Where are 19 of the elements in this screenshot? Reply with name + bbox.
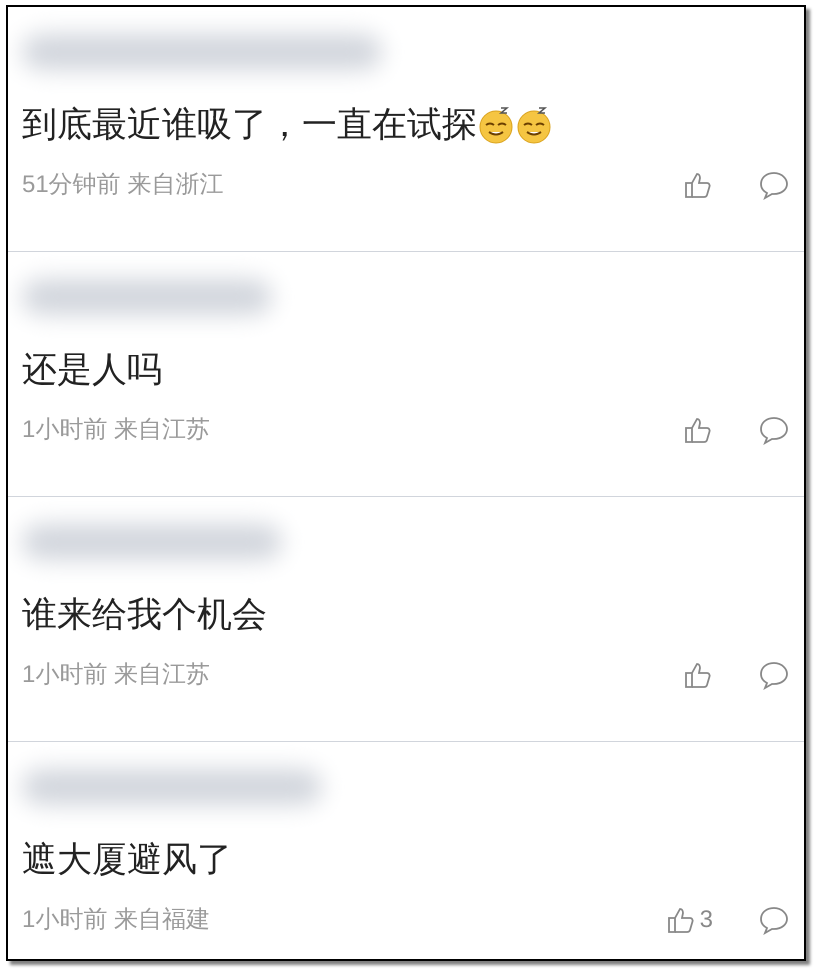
- comment-meta: 51分钟前 来自浙江: [22, 170, 224, 200]
- comment-text: 还是人吗: [22, 348, 162, 391]
- comment-meta: 1小时前 来自江苏: [22, 660, 210, 690]
- comment-icon[interactable]: [758, 905, 790, 935]
- comment-icon[interactable]: [758, 170, 790, 200]
- comment-text: 到底最近谁吸了，一直在试探: [22, 104, 477, 146]
- comment-icon[interactable]: [758, 660, 790, 690]
- thumbs-up-icon[interactable]: [683, 415, 713, 445]
- comment-meta: 1小时前 来自江苏: [22, 415, 210, 445]
- comment-text: 谁来给我个机会: [22, 594, 267, 636]
- comment-text: 遮大厦避风了: [22, 838, 232, 881]
- thumbs-up-icon[interactable]: [666, 905, 696, 935]
- comment-meta: 1小时前 来自福建: [22, 905, 210, 935]
- like-count: 3: [700, 905, 713, 935]
- sleepy-face-icon: [477, 106, 515, 144]
- comment-icon[interactable]: [758, 415, 790, 445]
- sleepy-face-icon: [515, 106, 553, 144]
- thumbs-up-icon[interactable]: [683, 660, 713, 690]
- thumbs-up-icon[interactable]: [683, 170, 713, 200]
